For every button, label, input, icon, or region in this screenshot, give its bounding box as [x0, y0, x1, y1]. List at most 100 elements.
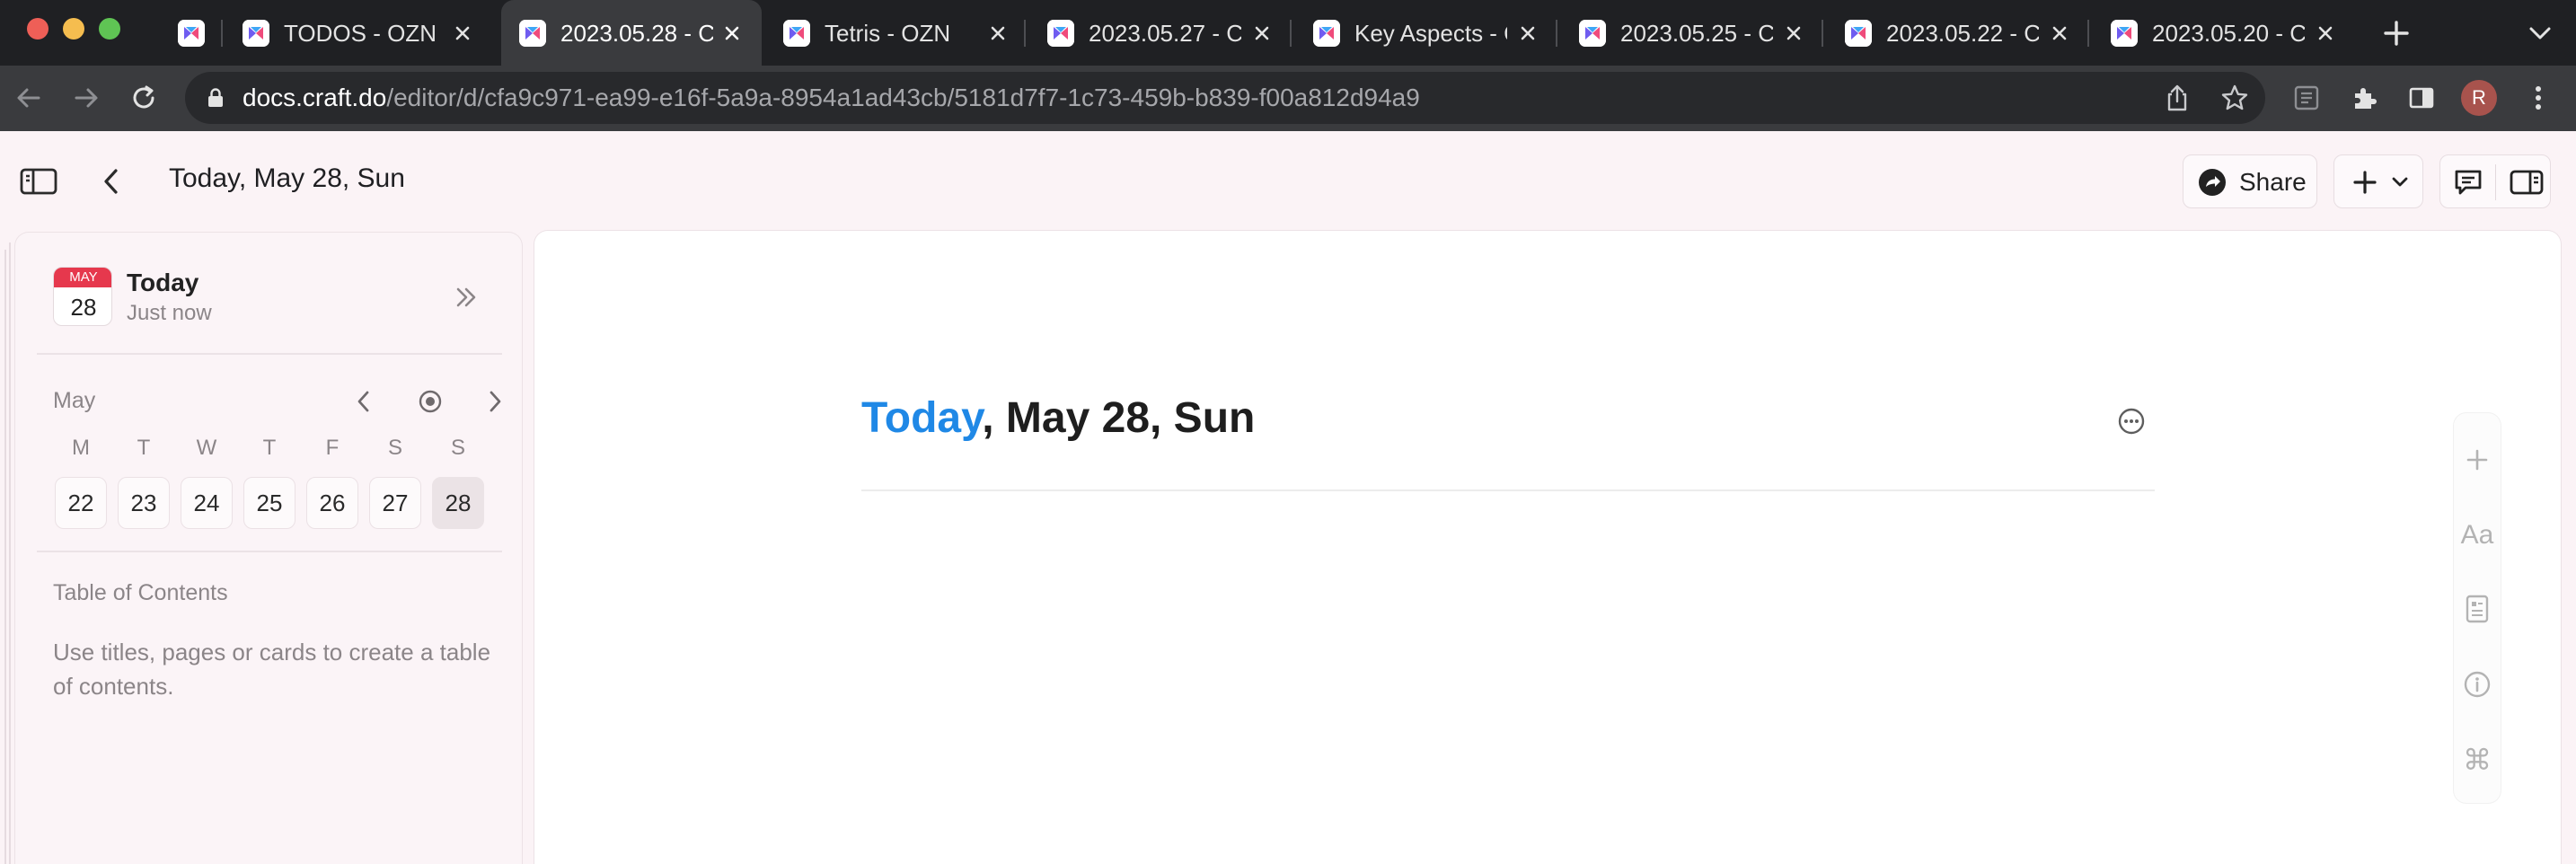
sidebar-toggle-icon[interactable] — [18, 163, 59, 199]
browser-tab[interactable] — [160, 0, 223, 66]
calendar-day[interactable]: 25 — [243, 477, 296, 529]
tab-title: 2023.05.25 - C — [1620, 20, 1773, 47]
browser-tab[interactable]: 2023.05.27 - C — [1029, 0, 1292, 66]
browser-tab[interactable]: 2023.05.22 - C — [1827, 0, 2089, 66]
bookmark-star-icon[interactable] — [2217, 80, 2253, 116]
weekday-label: M — [72, 436, 90, 460]
tab-title: 2023.05.22 - C — [1886, 20, 2039, 47]
address-bar[interactable]: docs.craft.do/editor/d/cfa9c971-ea99-e16… — [185, 72, 2265, 124]
back-chevron-icon[interactable] — [95, 163, 128, 199]
forward-arrow-icon[interactable] — [68, 80, 104, 116]
maximize-window-button[interactable] — [99, 18, 120, 40]
browser-tab[interactable]: Key Aspects - C — [1295, 0, 1557, 66]
weekday-label: T — [137, 436, 151, 460]
calendar-day[interactable]: 26 — [306, 477, 358, 529]
share-page-icon[interactable] — [2159, 80, 2195, 116]
keyboard-shortcuts-button[interactable]: ⌘ — [2454, 740, 2501, 780]
toc-title: Table of Contents — [53, 580, 228, 605]
tab-title: 2023.05.27 - C — [1089, 20, 1241, 47]
calendar-day-selected[interactable]: 28 — [432, 477, 484, 529]
calendar-date-icon: MAY 28 — [53, 267, 112, 326]
browser-tab-active[interactable]: 2023.05.28 - C — [501, 0, 762, 66]
toc-hint: Use titles, pages or cards to create a t… — [53, 639, 491, 700]
side-panel-icon[interactable] — [2404, 80, 2439, 116]
tab-title: Key Aspects - C — [1354, 20, 1507, 47]
chevron-down-icon — [2390, 173, 2410, 196]
craft-favicon-icon — [783, 20, 810, 47]
weekday-label: W — [196, 436, 217, 460]
url-path: /editor/d/cfa9c971-ea99-e16f-5a9a-8954a1… — [386, 84, 1420, 111]
text-format-button[interactable]: Aa — [2454, 516, 2501, 555]
plus-icon — [2351, 168, 2379, 201]
close-tab-icon[interactable] — [1247, 18, 1277, 48]
calendar-icon-month: MAY — [54, 268, 111, 287]
weekday-label: S — [387, 436, 402, 460]
close-tab-icon[interactable] — [2310, 18, 2341, 48]
calendar-day[interactable]: 22 — [55, 477, 107, 529]
lock-icon — [207, 87, 225, 113]
browser-tab[interactable]: Tetris - OZN — [765, 0, 1026, 66]
minimize-window-button[interactable] — [63, 18, 84, 40]
next-week-chevron-icon[interactable] — [477, 384, 513, 419]
reader-mode-icon[interactable] — [2289, 80, 2325, 116]
view-toggle-group — [2439, 154, 2551, 208]
close-tab-icon[interactable] — [717, 18, 747, 48]
calendar-day[interactable]: 27 — [369, 477, 421, 529]
today-subtitle: Just now — [127, 301, 212, 325]
previous-week-chevron-icon[interactable] — [346, 384, 382, 419]
document-heading[interactable]: Today, May 28, Sun — [861, 392, 1255, 445]
tab-title: 2023.05.20 - C — [2152, 20, 2305, 47]
close-tab-icon[interactable] — [447, 18, 478, 48]
craft-favicon-icon — [178, 20, 205, 47]
close-tab-icon[interactable] — [983, 18, 1013, 48]
divider — [37, 551, 502, 552]
tab-search-chevron-icon[interactable] — [2524, 20, 2556, 47]
tab-title: Tetris - OZN — [825, 20, 951, 47]
close-window-button[interactable] — [27, 18, 49, 40]
heading-divider — [861, 489, 2155, 491]
close-tab-icon[interactable] — [2044, 18, 2075, 48]
craft-favicon-icon — [1047, 20, 1074, 47]
new-tab-plus-icon[interactable] — [2378, 15, 2414, 51]
browser-tab[interactable]: 2023.05.25 - C — [1561, 0, 1823, 66]
craft-favicon-icon — [1845, 20, 1872, 47]
app-header: Today, May 28, Sun Share — [0, 131, 2576, 232]
comments-icon[interactable] — [2453, 168, 2483, 201]
today-title[interactable]: Today — [127, 269, 198, 297]
tab-title: 2023.05.28 - C — [560, 20, 713, 47]
more-options-icon[interactable] — [2115, 405, 2148, 437]
close-tab-icon[interactable] — [1513, 18, 1543, 48]
calendar-icon-day: 28 — [70, 294, 97, 321]
heading-today-link[interactable]: Today — [861, 394, 982, 442]
document-canvas[interactable]: Today, May 28, Sun — [534, 230, 2562, 864]
card-style-icon[interactable] — [2457, 589, 2497, 629]
browser-tab[interactable]: TODOS - OZN — [225, 0, 487, 66]
expand-double-chevron-icon[interactable] — [446, 278, 486, 317]
weekday-label: F — [325, 436, 340, 460]
info-icon[interactable] — [2457, 665, 2497, 704]
calendar-day[interactable]: 24 — [181, 477, 233, 529]
share-button[interactable]: Share — [2183, 154, 2317, 208]
extensions-puzzle-icon[interactable] — [2346, 80, 2382, 116]
browser-menu-kebab-icon[interactable] — [2520, 80, 2556, 116]
reload-icon[interactable] — [126, 80, 162, 116]
url-host: docs.craft.do — [243, 84, 387, 111]
calendar-day[interactable]: 23 — [118, 477, 170, 529]
right-panel-icon[interactable] — [2509, 168, 2545, 201]
profile-avatar[interactable]: R — [2461, 80, 2497, 116]
today-target-icon[interactable] — [412, 384, 448, 419]
share-arrow-icon — [2198, 168, 2227, 201]
back-arrow-icon[interactable] — [11, 80, 47, 116]
tab-title: TODOS - OZN — [284, 20, 437, 47]
add-block-plus-icon[interactable] — [2457, 440, 2497, 480]
craft-favicon-icon — [2111, 20, 2138, 47]
side-tools: Aa ⌘ — [2454, 413, 2501, 803]
document-title: Today, May 28, Sun — [169, 163, 405, 193]
add-menu-button[interactable] — [2333, 154, 2423, 208]
browser-tab[interactable]: 2023.05.20 - C — [2093, 0, 2355, 66]
craft-favicon-icon — [1579, 20, 1606, 47]
close-tab-icon[interactable] — [1778, 18, 1809, 48]
share-label: Share — [2239, 168, 2307, 196]
craft-favicon-icon — [243, 20, 269, 47]
craft-favicon-icon — [519, 20, 546, 47]
